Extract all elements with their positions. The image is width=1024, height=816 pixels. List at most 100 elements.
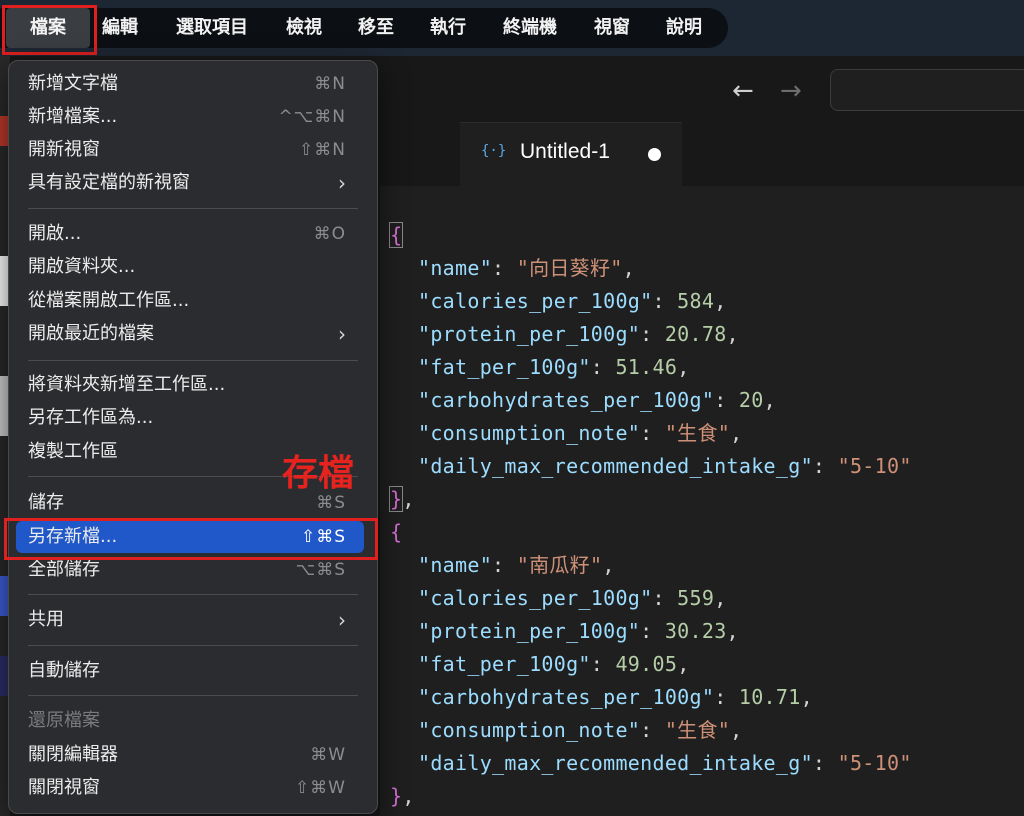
menu-item-label: 儲存 xyxy=(28,492,64,513)
menu-edit[interactable]: 編輯 xyxy=(94,8,146,48)
menu-item-save-workspace-as[interactable]: 另存工作區為... xyxy=(16,402,364,434)
code-line[interactable]: "carbohydrates_per_100g": 10.71, xyxy=(390,681,813,714)
close-brace: }, xyxy=(388,486,415,512)
json-value: 584 xyxy=(677,289,715,313)
menu-item-label: 關閉編輯器 xyxy=(28,744,118,765)
json-value: "5-10" xyxy=(837,454,912,478)
code-line[interactable]: "fat_per_100g": 51.46, xyxy=(390,351,690,384)
comma: , xyxy=(726,322,739,346)
json-value: "南瓜籽" xyxy=(516,553,603,577)
json-key: "daily_max_recommended_intake_g" xyxy=(418,751,813,775)
code-line[interactable]: "daily_max_recommended_intake_g": "5-10" xyxy=(390,450,912,483)
menu-view[interactable]: 檢視 xyxy=(278,8,330,48)
menu-item-new-window[interactable]: 開新視窗 ⇧⌘N xyxy=(16,134,364,166)
code-line[interactable]: "fat_per_100g": 49.05, xyxy=(390,648,690,681)
menu-file[interactable]: 檔案 xyxy=(6,8,90,48)
menu-item-save-as[interactable]: 另存新檔... ⇧⌘S xyxy=(16,521,364,553)
menu-item-open-workspace-from-file[interactable]: 從檔案開啟工作區... xyxy=(16,285,364,317)
open-brace: { xyxy=(390,520,403,544)
json-file-icon: {·} xyxy=(481,143,507,159)
menu-item-label: 從檔案開啟工作區... xyxy=(28,290,190,311)
colon: : xyxy=(590,355,616,379)
code-line[interactable]: "protein_per_100g": 20.78, xyxy=(390,318,739,351)
colon: : xyxy=(652,586,678,610)
colon: : xyxy=(714,388,739,412)
menu-run[interactable]: 執行 xyxy=(422,8,474,48)
code-line[interactable]: "consumption_note": "生食", xyxy=(390,714,742,747)
menu-item-new-window-with-profile[interactable]: 具有設定檔的新視窗 › xyxy=(16,167,364,199)
code-line[interactable]: "name": "向日葵籽", xyxy=(390,252,635,285)
menu-bar: 檔案 編輯 選取項目 檢視 移至 執行 終端機 視窗 說明 xyxy=(0,0,1024,56)
menu-help[interactable]: 說明 xyxy=(658,8,710,48)
menu-item-label: 複製工作區 xyxy=(28,441,118,462)
menu-separator xyxy=(28,695,358,696)
menu-separator xyxy=(28,360,358,361)
brace-glyph: } xyxy=(390,784,403,808)
menu-item-add-folder-to-workspace[interactable]: 將資料夾新增至工作區... xyxy=(16,369,364,401)
menu-separator xyxy=(28,208,358,209)
menu-item-save-all[interactable]: 全部儲存 ⌥⌘S xyxy=(16,554,364,586)
json-value: 20.78 xyxy=(664,322,727,346)
menu-go[interactable]: 移至 xyxy=(350,8,402,48)
menu-item-close-editor[interactable]: 關閉編輯器 ⌘W xyxy=(16,739,364,771)
menu-item-label: 全部儲存 xyxy=(28,559,100,580)
comma: , xyxy=(763,388,776,412)
menu-item-shortcut: ⌘N xyxy=(314,74,346,94)
code-line[interactable]: "name": "南瓜籽", xyxy=(390,549,615,582)
menu-item-open-folder[interactable]: 開啟資料夾... xyxy=(16,251,364,283)
code-line[interactable]: "calories_per_100g": 559, xyxy=(390,582,727,615)
brace-glyph: } xyxy=(388,486,404,512)
menu-item-label: 將資料夾新增至工作區... xyxy=(28,374,226,395)
comma: , xyxy=(677,652,690,676)
code-line[interactable]: }, xyxy=(388,483,415,516)
code-line[interactable]: { xyxy=(388,219,404,252)
menu-item-share[interactable]: 共用 › xyxy=(16,604,364,636)
menu-item-close-window[interactable]: 關閉視窗 ⇧⌘W xyxy=(16,772,364,804)
colon: : xyxy=(640,421,665,445)
json-key: "daily_max_recommended_intake_g" xyxy=(418,454,813,478)
menu-item-open-recent[interactable]: 開啟最近的檔案 › xyxy=(16,318,364,350)
menu-item-label: 共用 xyxy=(28,609,64,630)
menu-item-label: 關閉視窗 xyxy=(28,777,100,798)
menu-item-label: 開新視窗 xyxy=(28,139,100,160)
code-line[interactable]: }, xyxy=(390,780,415,813)
menu-window[interactable]: 視窗 xyxy=(586,8,638,48)
tab-title[interactable]: Untitled-1 xyxy=(520,140,610,164)
menu-item-open[interactable]: 開啟... ⌘O xyxy=(16,218,364,250)
menu-item-label: 自動儲存 xyxy=(28,660,100,681)
colon: : xyxy=(812,751,838,775)
close-brace: }, xyxy=(390,784,415,808)
back-arrow-icon[interactable]: ← xyxy=(732,76,754,106)
menu-terminal[interactable]: 終端機 xyxy=(494,8,566,48)
annotation-label: 存檔 xyxy=(282,453,355,494)
menu-item-new-text-file[interactable]: 新增文字檔 ⌘N xyxy=(16,68,364,100)
menu-separator xyxy=(28,594,358,595)
unsaved-dot-icon[interactable] xyxy=(648,148,661,161)
submenu-chevron-icon: › xyxy=(338,322,346,346)
json-key: "consumption_note" xyxy=(418,718,641,742)
command-center-search[interactable] xyxy=(830,69,1024,111)
menu-selection[interactable]: 選取項目 xyxy=(164,8,260,48)
comma: , xyxy=(730,421,743,445)
comma: , xyxy=(622,256,635,280)
forward-arrow-icon[interactable]: → xyxy=(780,76,802,106)
menu-item-label: 新增檔案... xyxy=(28,106,118,127)
comma: , xyxy=(402,487,415,511)
code-line[interactable]: "calories_per_100g": 584, xyxy=(390,285,727,318)
menu-item-label: 新增文字檔 xyxy=(28,73,118,94)
menu-item-new-file[interactable]: 新增檔案... ^⌥⌘N xyxy=(16,101,364,133)
menu-item-auto-save[interactable]: 自動儲存 xyxy=(16,655,364,687)
code-line[interactable]: "protein_per_100g": 30.23, xyxy=(390,615,739,648)
code-line[interactable]: { xyxy=(390,516,402,549)
json-key: "fat_per_100g" xyxy=(418,652,591,676)
code-line[interactable]: "carbohydrates_per_100g": 20, xyxy=(390,384,776,417)
comma: , xyxy=(800,685,813,709)
code-line[interactable]: "consumption_note": "生食", xyxy=(390,417,742,450)
code-line[interactable]: "daily_max_recommended_intake_g": "5-10" xyxy=(390,747,912,780)
colon: : xyxy=(714,685,739,709)
submenu-chevron-icon: › xyxy=(338,608,346,632)
open-brace: { xyxy=(388,222,404,248)
menu-item-shortcut: ⇧⌘W xyxy=(294,778,346,798)
json-key: "calories_per_100g" xyxy=(418,289,653,313)
colon: : xyxy=(640,619,665,643)
